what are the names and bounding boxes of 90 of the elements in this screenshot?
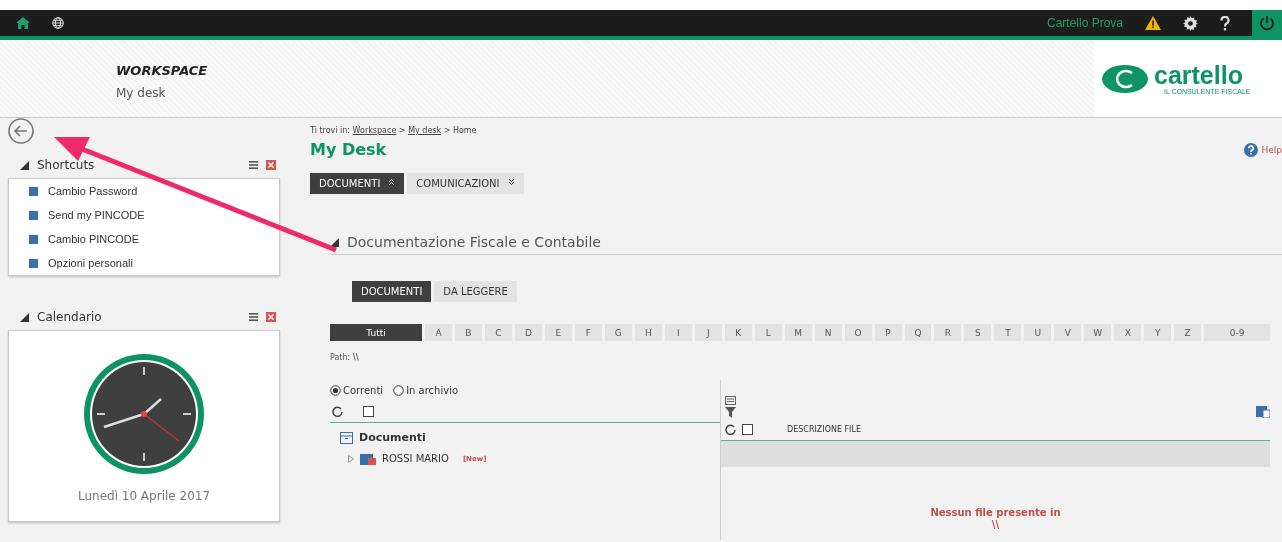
checkbox[interactable] — [363, 405, 374, 417]
locked-folder-icon — [360, 452, 376, 465]
radio-option[interactable]: Correnti — [330, 384, 384, 396]
tab[interactable]: DOCUMENTI — [310, 173, 405, 194]
letter-filter[interactable]: T — [994, 324, 1022, 341]
user-name[interactable]: Cartello Prova — [1046, 16, 1123, 30]
back-icon[interactable] — [8, 118, 34, 144]
letter-filter[interactable]: J — [694, 324, 722, 341]
warning-icon[interactable] — [1145, 16, 1161, 30]
letter-filter[interactable]: D — [514, 324, 542, 341]
help-link[interactable]: Help — [1244, 142, 1282, 157]
close-icon[interactable] — [266, 312, 276, 322]
help-icon[interactable] — [1220, 15, 1230, 31]
letter-filter[interactable]: F — [574, 324, 602, 341]
radio-option[interactable]: In archivio — [393, 384, 459, 396]
breadcrumb: Ti trovi in: Workspace > My desk > Home — [310, 126, 478, 135]
letter-filter[interactable]: G — [604, 324, 632, 341]
checkbox[interactable] — [742, 423, 753, 435]
chevron-icon — [507, 178, 515, 186]
filter-icon[interactable] — [725, 407, 736, 418]
archive-icon — [340, 431, 353, 444]
collapse-triangle-icon[interactable] — [20, 312, 29, 322]
workspace-subtitle: My desk — [116, 86, 167, 100]
home-icon[interactable] — [16, 17, 30, 29]
letter-filter[interactable]: S — [964, 324, 992, 341]
tree-root[interactable]: Documenti — [359, 431, 426, 444]
shortcut-link[interactable]: Cambio Password — [48, 185, 138, 197]
letter-filter[interactable]: X — [1114, 324, 1142, 341]
subtab[interactable]: DOCUMENTI — [352, 281, 432, 302]
subtab[interactable]: DA LEGGERE — [434, 281, 517, 302]
letter-filter[interactable]: 0-9 — [1204, 324, 1271, 341]
date-label: Lunedì 10 Aprile 2017 — [77, 489, 211, 503]
panel-title: Calendario — [37, 310, 103, 324]
letter-filter[interactable]: W — [1084, 324, 1112, 341]
bullet-icon — [29, 234, 38, 244]
tab[interactable]: COMUNICAZIONI — [407, 173, 524, 194]
bullet-icon — [29, 186, 38, 196]
help-icon — [1244, 142, 1259, 157]
collapse-triangle-icon[interactable] — [330, 237, 339, 247]
collapse-triangle-icon[interactable] — [20, 160, 29, 170]
settings-icon[interactable] — [1183, 15, 1198, 31]
power-button[interactable] — [1252, 10, 1282, 36]
letter-filter[interactable]: U — [1024, 324, 1052, 341]
letter-filter[interactable]: L — [754, 324, 782, 341]
menu-icon[interactable] — [249, 313, 258, 321]
workspace-title: WORKSPACE — [116, 63, 209, 78]
empty-message: Nessun file presente in \\ — [929, 507, 1062, 531]
letter-filter[interactable]: H — [634, 324, 662, 341]
chevron-icon — [388, 178, 396, 186]
logo-icon — [1102, 64, 1148, 93]
letter-filter[interactable]: I — [664, 324, 692, 341]
clock-icon — [81, 351, 207, 477]
letter-filter[interactable]: O — [844, 324, 872, 341]
refresh-icon[interactable] — [725, 423, 736, 435]
shortcut-link[interactable]: Opzioni personali — [48, 257, 133, 269]
letter-filter[interactable]: Tutti — [330, 324, 422, 341]
breadcrumb-link[interactable]: My desk — [408, 126, 442, 135]
letter-filter[interactable]: R — [934, 324, 962, 341]
panel-title: Shortcuts — [37, 158, 96, 172]
letter-filter[interactable]: Z — [1174, 324, 1202, 341]
section-title: Documentazione Fiscale e Contabile — [347, 234, 601, 250]
bullet-icon — [29, 210, 38, 220]
folder-icon[interactable] — [1256, 404, 1270, 418]
letter-filter[interactable]: Q — [904, 324, 932, 341]
bullet-icon — [29, 258, 38, 268]
shortcut-link[interactable]: Cambio PINCODE — [48, 233, 140, 245]
letter-filter[interactable]: V — [1054, 324, 1082, 341]
path-label: Path: \\ — [330, 353, 360, 362]
letter-filter[interactable]: M — [784, 324, 812, 341]
comment-icon[interactable] — [725, 396, 736, 405]
letter-filter[interactable]: C — [484, 324, 512, 341]
letter-filter[interactable]: E — [544, 324, 572, 341]
shortcut-link[interactable]: Send my PINCODE — [48, 209, 145, 221]
logo-name: cartello — [1154, 62, 1244, 88]
page-title: My Desk — [310, 140, 387, 159]
refresh-icon[interactable] — [332, 405, 343, 417]
close-icon[interactable] — [266, 160, 276, 170]
expand-icon[interactable] — [348, 454, 354, 463]
column-header[interactable]: DESCRIZIONE FILE — [787, 424, 861, 434]
letter-filter[interactable]: N — [814, 324, 842, 341]
breadcrumb-link[interactable]: Workspace — [352, 126, 397, 135]
globe-icon[interactable] — [52, 17, 64, 29]
letter-filter[interactable]: B — [454, 324, 482, 341]
letter-filter[interactable]: K — [724, 324, 752, 341]
power-icon — [1259, 15, 1275, 31]
letter-filter[interactable]: P — [874, 324, 902, 341]
letter-filter[interactable]: Y — [1144, 324, 1172, 341]
menu-icon[interactable] — [249, 161, 258, 169]
tree-item[interactable]: ROSSI MARIO — [382, 453, 449, 464]
letter-filter[interactable]: A — [425, 324, 452, 341]
